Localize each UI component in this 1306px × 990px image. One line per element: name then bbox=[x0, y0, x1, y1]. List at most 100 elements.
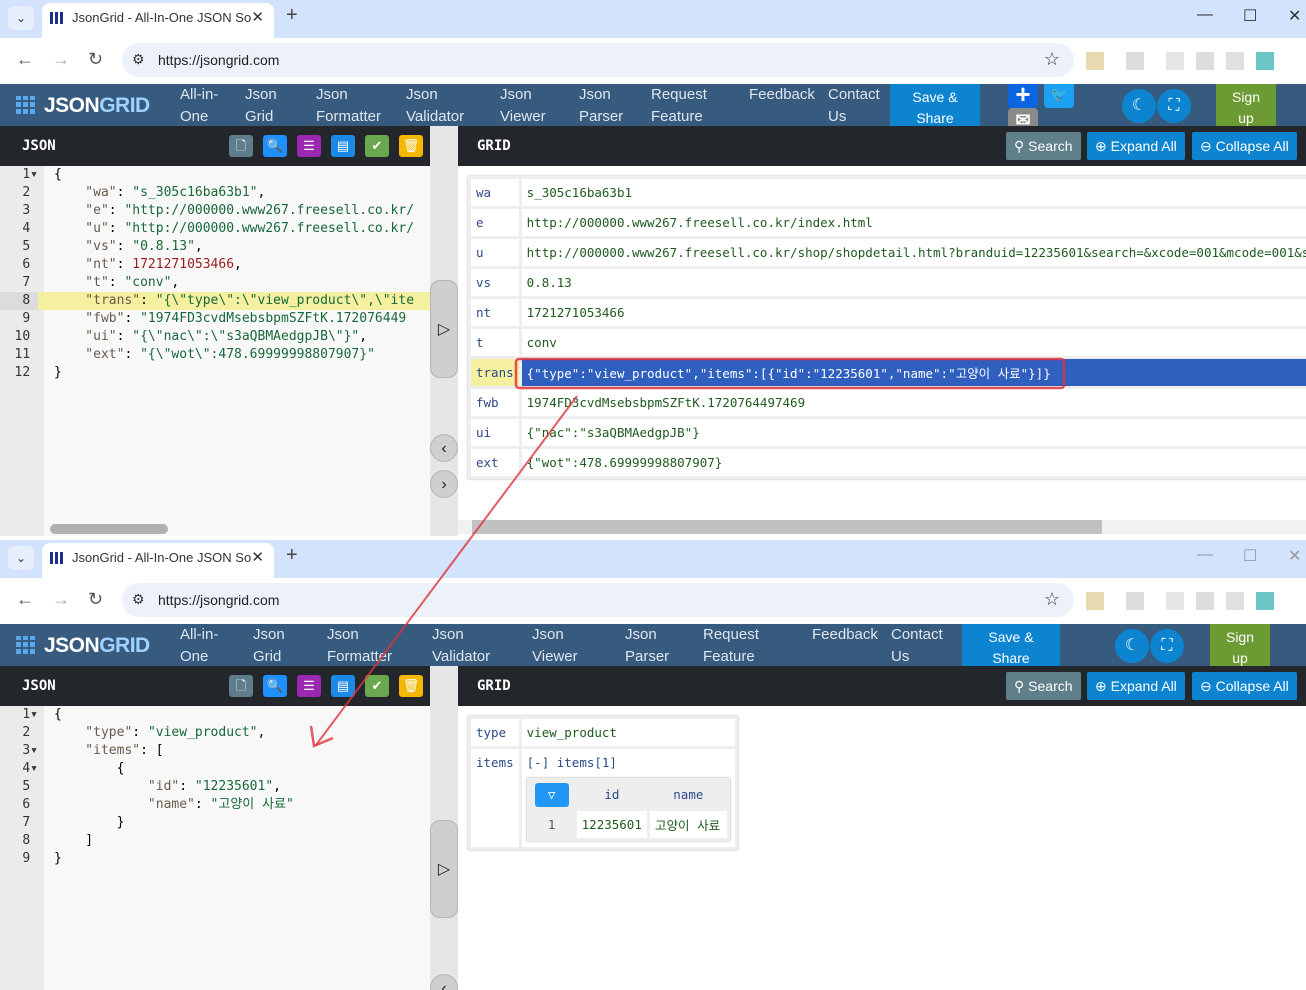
json-code-editor[interactable]: 1▾{2 "type": "view_product", 3▾ "items": … bbox=[0, 706, 430, 990]
reload-button[interactable]: ↻ bbox=[88, 49, 103, 70]
extension-icon[interactable] bbox=[1086, 592, 1104, 610]
close-tab-icon[interactable]: ✕ bbox=[251, 3, 264, 33]
grid-row[interactable]: nt 1721271053466 bbox=[468, 296, 1306, 329]
grid-value[interactable]: http://000000.www267.freesell.co.kr/inde… bbox=[518, 206, 1306, 239]
grid-row[interactable]: items [-] items[1] ▽ id name 1 12235601 고양이 사료 bbox=[468, 746, 738, 850]
panel-splitter[interactable]: ▷ ‹ › bbox=[430, 166, 458, 536]
url-field[interactable]: ⚙ https://jsongrid.com ☆ bbox=[122, 43, 1074, 77]
browser-tab[interactable]: JsonGrid - All-In-One JSON So ✕ bbox=[42, 3, 274, 38]
nav-item-jsonvalidator[interactable]: Json Validator bbox=[432, 624, 490, 668]
browser-tab[interactable]: JsonGrid - All-In-One JSON So ✕ bbox=[42, 543, 274, 578]
collapse-all-button[interactable]: ⊖ Collapse All bbox=[1192, 132, 1297, 160]
grid-value[interactable]: conv bbox=[518, 326, 1306, 359]
bookmark-star-icon[interactable]: ☆ bbox=[1044, 589, 1060, 610]
grid-row[interactable]: type view_product bbox=[468, 716, 738, 749]
nav-item-jsonviewer[interactable]: Json Viewer bbox=[532, 624, 578, 668]
new-tab-button[interactable]: + bbox=[286, 4, 298, 27]
jsongrid-logo[interactable]: JSONGRID bbox=[16, 94, 150, 118]
nav-item-requestfeature[interactable]: Request Feature bbox=[703, 624, 759, 668]
sign-up-button[interactable]: Sign up bbox=[1210, 624, 1270, 672]
grid-scrollbar[interactable] bbox=[458, 520, 1306, 534]
nav-item-contactus[interactable]: Contact Us bbox=[891, 624, 943, 668]
reload-button[interactable]: ↻ bbox=[88, 589, 103, 610]
format-icon[interactable]: ☰ bbox=[297, 135, 321, 157]
format-icon[interactable]: ☰ bbox=[297, 675, 321, 697]
nav-item-jsongrid[interactable]: Json Grid bbox=[253, 624, 285, 668]
grid-row[interactable]: ext {"wot":478.69999998807907} bbox=[468, 446, 1306, 479]
grid-search-button[interactable]: ⚲ Search bbox=[1006, 672, 1081, 700]
site-info-icon[interactable]: ⚙ bbox=[132, 591, 145, 608]
grid-value[interactable]: 1974FD3cvdMsebsbpmSZFtK.1720764497469 bbox=[518, 386, 1306, 419]
grid-value[interactable]: 0.8.13 bbox=[518, 266, 1306, 299]
grid-row[interactable]: wa s_305c16ba63b1 bbox=[468, 176, 1306, 209]
collapse-left-button[interactable]: ‹ bbox=[430, 974, 458, 990]
nav-item-contactus[interactable]: Contact Us bbox=[828, 84, 880, 128]
extension-icon[interactable] bbox=[1126, 52, 1144, 70]
collapse-left-button[interactable]: ‹ bbox=[430, 434, 458, 462]
new-document-icon[interactable]: 🗋 bbox=[229, 135, 253, 157]
nav-item-jsonvalidator[interactable]: Json Validator bbox=[406, 84, 464, 128]
extension-icon[interactable] bbox=[1126, 592, 1144, 610]
nav-item-jsongrid[interactable]: Json Grid bbox=[245, 84, 277, 128]
close-window-button[interactable]: ✕ bbox=[1288, 6, 1301, 26]
forward-button[interactable]: → bbox=[52, 589, 70, 610]
grid-row[interactable]: trans {"type":"view_product","items":[{"i… bbox=[468, 356, 1306, 389]
subtable-row[interactable]: 1 12235601 고양이 사료 bbox=[526, 808, 730, 841]
extension-icon[interactable] bbox=[1166, 52, 1184, 70]
search-icon[interactable]: 🔍 bbox=[263, 135, 287, 157]
nav-item-jsonformatter[interactable]: Json Formatter bbox=[327, 624, 392, 668]
minimize-button[interactable]: — bbox=[1197, 546, 1213, 564]
new-tab-button[interactable]: + bbox=[286, 544, 298, 567]
grid-value[interactable]: s_305c16ba63b1 bbox=[518, 176, 1306, 209]
delete-trash-icon[interactable]: 🗑 bbox=[399, 135, 423, 157]
nav-item-jsonparser[interactable]: Json Parser bbox=[625, 624, 669, 668]
grid-row[interactable]: ui {"nac":"s3aQBMAedgpJB"} bbox=[468, 416, 1306, 449]
dark-mode-moon-icon[interactable]: ☾ bbox=[1122, 89, 1156, 123]
table-view-icon[interactable]: ▤ bbox=[331, 675, 355, 697]
nav-item-allinone[interactable]: All-in- One bbox=[180, 84, 218, 128]
extension-icon[interactable] bbox=[1256, 52, 1274, 70]
expand-right-button[interactable]: › bbox=[430, 470, 458, 498]
column-header-name[interactable]: name bbox=[647, 778, 730, 811]
grid-value[interactable]: http://000000.www267.freesell.co.kr/shop… bbox=[518, 236, 1306, 269]
editor-scrollbar[interactable] bbox=[44, 522, 430, 536]
delete-trash-icon[interactable]: 🗑 bbox=[399, 675, 423, 697]
column-header-id[interactable]: id bbox=[573, 778, 651, 811]
nav-item-jsonparser[interactable]: Json Parser bbox=[579, 84, 623, 128]
maximize-button[interactable]: ☐ bbox=[1243, 6, 1257, 26]
new-document-icon[interactable]: 🗋 bbox=[229, 675, 253, 697]
transfer-right-button[interactable]: ▷ bbox=[430, 820, 458, 918]
grid-row[interactable]: e http://000000.www267.freesell.co.kr/ind… bbox=[468, 206, 1306, 239]
back-button[interactable]: ← bbox=[16, 49, 34, 70]
extension-icon[interactable] bbox=[1196, 52, 1214, 70]
fullscreen-icon[interactable]: ⛶ bbox=[1157, 89, 1191, 123]
transfer-right-button[interactable]: ▷ bbox=[430, 280, 458, 378]
json-code-editor[interactable]: 1▾{2 "wa": "s_305c16ba63b1", 3 "e": "http… bbox=[0, 166, 430, 536]
grid-row[interactable]: t conv bbox=[468, 326, 1306, 359]
nav-item-allinone[interactable]: All-in- One bbox=[180, 624, 218, 668]
add-share-icon[interactable]: + bbox=[1008, 81, 1038, 108]
fullscreen-icon[interactable]: ⛶ bbox=[1150, 629, 1184, 663]
twitter-icon[interactable]: 🐦 bbox=[1044, 84, 1074, 108]
site-info-icon[interactable]: ⚙ bbox=[132, 51, 145, 68]
extension-icon[interactable] bbox=[1226, 592, 1244, 610]
url-field[interactable]: ⚙ https://jsongrid.com ☆ bbox=[122, 583, 1074, 617]
extension-icon[interactable] bbox=[1086, 52, 1104, 70]
expand-all-button[interactable]: ⊕ Expand All bbox=[1087, 672, 1185, 700]
grid-value[interactable]: {"type":"view_product","items":[{"id":"1… bbox=[518, 356, 1306, 389]
tab-search-button[interactable]: ⌄ bbox=[8, 546, 34, 570]
grid-value[interactable]: {"wot":478.69999998807907} bbox=[518, 446, 1306, 479]
grid-row[interactable]: vs 0.8.13 bbox=[468, 266, 1306, 299]
nav-item-jsonformatter[interactable]: Json Formatter bbox=[316, 84, 381, 128]
sign-up-button[interactable]: Sign up bbox=[1216, 84, 1276, 132]
minimize-button[interactable]: — bbox=[1197, 6, 1213, 24]
grid-value[interactable]: 1721271053466 bbox=[518, 296, 1306, 329]
validate-check-icon[interactable]: ✔ bbox=[365, 675, 389, 697]
close-window-button[interactable]: ✕ bbox=[1288, 546, 1301, 566]
maximize-button[interactable]: ☐ bbox=[1243, 546, 1257, 566]
extension-icon[interactable] bbox=[1196, 592, 1214, 610]
scrollbar-thumb[interactable] bbox=[50, 524, 168, 534]
dark-mode-moon-icon[interactable]: ☾ bbox=[1115, 629, 1149, 663]
nav-item-feedback[interactable]: Feedback bbox=[812, 624, 878, 646]
extension-icon[interactable] bbox=[1226, 52, 1244, 70]
